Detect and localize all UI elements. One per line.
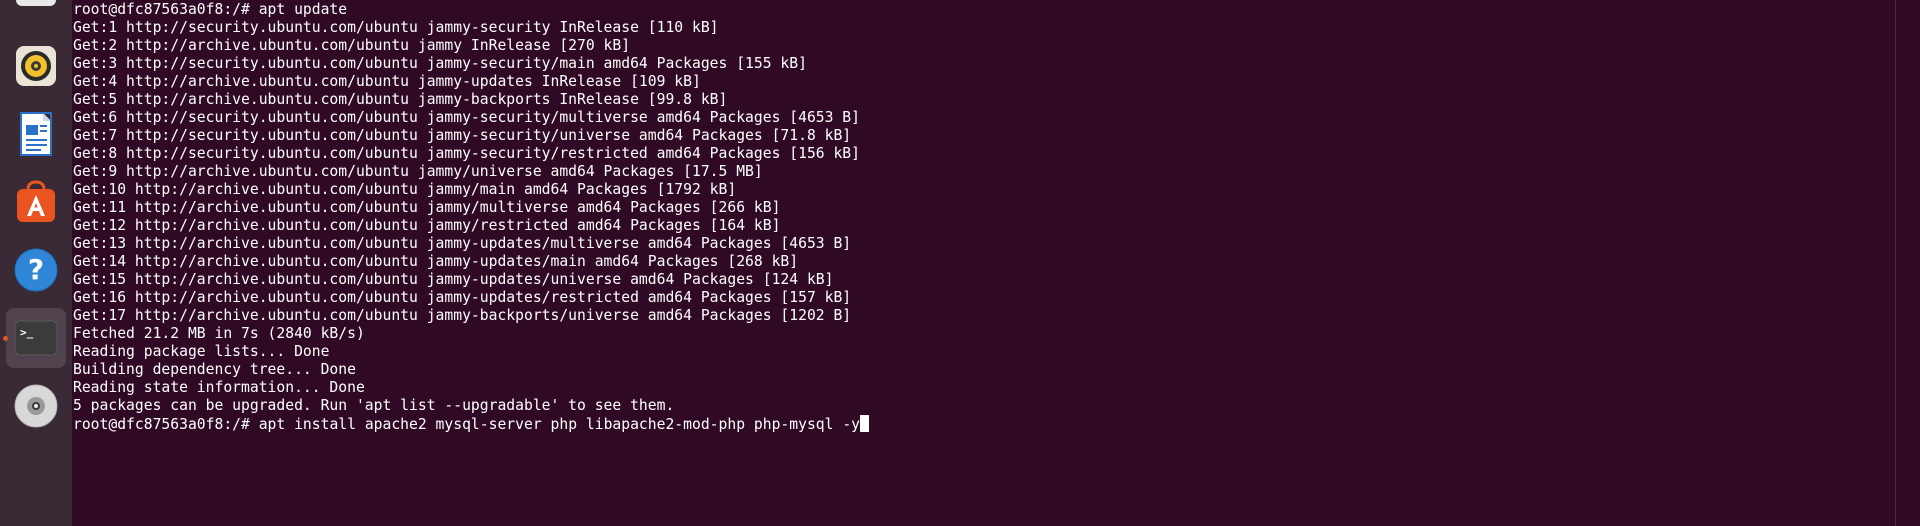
terminal-line: Get:13 http://archive.ubuntu.com/ubuntu … [73,235,852,252]
terminal-line: Get:3 http://security.ubuntu.com/ubuntu … [73,55,807,72]
rhythmbox-speaker-icon [16,46,56,86]
terminal-line: Get:16 http://archive.ubuntu.com/ubuntu … [73,289,852,306]
dock-item-terminal[interactable]: >_ [6,308,66,368]
terminal-output: root@dfc87563a0f8:/# apt update Get:1 htt… [73,1,870,433]
terminal-line: Get:17 http://archive.ubuntu.com/ubuntu … [73,307,852,324]
terminal-line: Get:11 http://archive.ubuntu.com/ubuntu … [73,199,781,216]
terminal-icon: >_ [14,320,58,356]
terminal-line: Get:8 http://security.ubuntu.com/ubuntu … [73,145,860,162]
terminal-line: root@dfc87563a0f8:/# apt update [73,1,348,18]
terminal-line: Get:9 http://archive.ubuntu.com/ubuntu j… [73,163,763,180]
terminal-line: 5 packages can be upgraded. Run 'apt lis… [73,397,675,414]
terminal-line: Reading state information... Done [73,379,365,396]
dock-item-files[interactable] [6,0,66,18]
terminal-current-input[interactable]: apt install apache2 mysql-server php lib… [259,416,860,433]
app-store-icon [17,180,55,222]
terminal-line: Get:5 http://archive.ubuntu.com/ubuntu j… [73,91,728,108]
dock-item-disc[interactable] [6,376,66,436]
terminal-line: Building dependency tree... Done [73,361,356,378]
terminal-window[interactable]: root@dfc87563a0f8:/# apt update Get:1 htt… [72,0,1908,526]
terminal-cursor [860,415,870,432]
running-indicator [3,336,8,341]
writer-document-icon [20,112,52,156]
svg-text:?: ? [28,253,44,286]
dock: ? >_ [0,0,72,526]
terminal-line: Get:4 http://archive.ubuntu.com/ubuntu j… [73,73,701,90]
dock-item-app-center[interactable] [6,172,66,232]
terminal-line: Get:15 http://archive.ubuntu.com/ubuntu … [73,271,834,288]
terminal-line: Get:1 http://security.ubuntu.com/ubuntu … [73,19,719,36]
dock-item-rhythmbox[interactable] [6,36,66,96]
terminal-line: Get:6 http://security.ubuntu.com/ubuntu … [73,109,860,126]
terminal-line: Get:7 http://security.ubuntu.com/ubuntu … [73,127,852,144]
terminal-line: Get:2 http://archive.ubuntu.com/ubuntu j… [73,37,631,54]
files-icon [16,0,56,6]
terminal-line: Get:12 http://archive.ubuntu.com/ubuntu … [73,217,781,234]
dock-item-help[interactable]: ? [6,240,66,300]
terminal-line: Get:14 http://archive.ubuntu.com/ubuntu … [73,253,799,270]
svg-text:>_: >_ [20,326,34,339]
help-question-icon: ? [14,248,58,292]
disc-icon [14,384,58,428]
terminal-line: Get:10 http://archive.ubuntu.com/ubuntu … [73,181,737,198]
terminal-scrollbar[interactable] [1895,0,1908,526]
terminal-input-line[interactable]: root@dfc87563a0f8:/# apt install apache2… [73,415,870,433]
terminal-prompt: root@dfc87563a0f8:/# [73,416,259,433]
terminal-line: Fetched 21.2 MB in 7s (2840 kB/s) [73,325,365,342]
terminal-line: Reading package lists... Done [73,343,330,360]
dock-item-writer[interactable] [6,104,66,164]
